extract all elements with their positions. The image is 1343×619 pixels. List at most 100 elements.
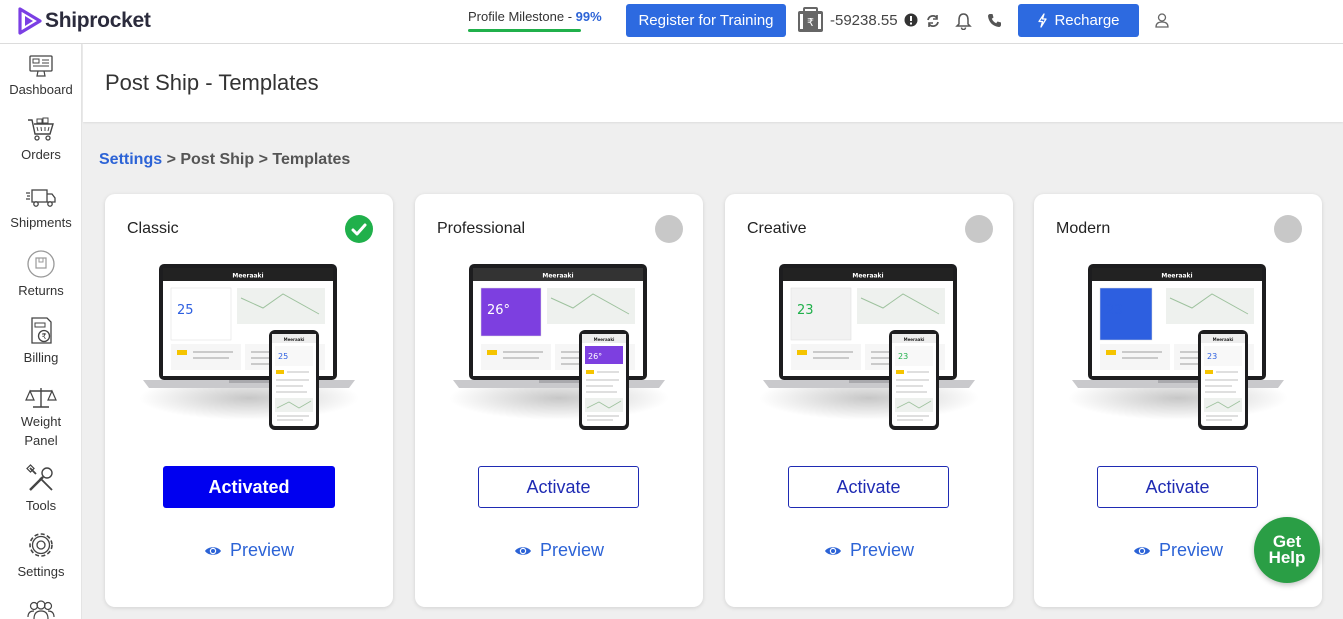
dashboard-icon xyxy=(29,55,53,77)
recharge-button[interactable]: Recharge xyxy=(1018,4,1139,37)
template-preview-image: Meeraaki 23 Meeraaki 23 xyxy=(759,264,979,430)
preview-link[interactable]: Preview xyxy=(105,540,393,561)
check-icon xyxy=(351,223,367,235)
tools-icon xyxy=(26,464,53,491)
top-bar: Shiprocket Profile Milestone - 99% Regis… xyxy=(0,0,1343,44)
sidebar-item-tools[interactable]: Tools xyxy=(0,464,82,515)
logo-text: Shiprocket xyxy=(45,9,151,32)
cart-icon xyxy=(28,117,54,141)
preview-label: Preview xyxy=(1158,540,1224,560)
breadcrumb-settings-link[interactable]: Settings xyxy=(99,151,162,168)
mock-date: 23 xyxy=(797,303,814,318)
sidebar-item-shipments[interactable]: Shipments xyxy=(0,185,82,232)
get-help-line2: Help xyxy=(1268,548,1306,567)
eye-icon xyxy=(514,546,531,555)
sidebar-label-billing: Billing xyxy=(23,350,59,365)
template-card-classic: Classic Meeraaki 25 Meeraaki 25 Activated Prev… xyxy=(105,194,393,607)
activated-button[interactable]: Activated xyxy=(163,466,335,508)
template-name: Classic xyxy=(127,220,179,237)
sidebar-label-weight-panel: Weight Panel xyxy=(20,414,62,448)
sidebar-item-team[interactable] xyxy=(0,599,82,619)
eye-icon xyxy=(1133,546,1150,555)
template-select-indicator[interactable] xyxy=(655,215,683,243)
eye-icon xyxy=(204,546,221,555)
info-icon[interactable] xyxy=(904,13,918,27)
activate-button[interactable]: Activate xyxy=(788,466,949,508)
gear-icon xyxy=(29,533,53,557)
svg-text:Meeraaki: Meeraaki xyxy=(284,337,305,342)
svg-text:₹: ₹ xyxy=(807,16,814,29)
sidebar-label-returns: Returns xyxy=(18,283,64,298)
template-select-indicator[interactable] xyxy=(965,215,993,243)
phone-icon[interactable] xyxy=(987,13,1002,28)
template-preview-image: Meeraaki 23 Meeraaki 23 xyxy=(1068,264,1288,430)
sidebar-label-shipments: Shipments xyxy=(10,215,72,230)
preview-label: Preview xyxy=(229,540,295,560)
mock-store-name: Meeraaki xyxy=(1161,273,1192,280)
returns-icon xyxy=(27,250,55,278)
milestone-value: 99% xyxy=(575,9,602,24)
activate-button[interactable]: Activate xyxy=(478,466,639,508)
sidebar-item-weight-panel[interactable]: Weight Panel xyxy=(0,386,82,450)
shiprocket-logo-icon xyxy=(18,7,42,35)
template-preview-image: Meeraaki 25 Meeraaki 25 xyxy=(139,264,359,430)
breadcrumb: Settings > Post Ship > Templates xyxy=(99,151,350,169)
sidebar-label-orders: Orders xyxy=(21,147,61,162)
sidebar-item-billing[interactable]: ₹ Billing xyxy=(0,316,82,367)
mock-store-name: Meeraaki xyxy=(232,273,263,280)
mock-store-name: Meeraaki xyxy=(542,273,573,280)
template-preview-image: Meeraaki 26° Meeraaki 26° xyxy=(449,264,669,430)
sidebar: Dashboard Orders Shipments Returns ₹ Bil… xyxy=(0,44,82,619)
sidebar-item-dashboard[interactable]: Dashboard xyxy=(0,54,82,99)
svg-text:Meeraaki: Meeraaki xyxy=(594,337,615,342)
svg-text:₹: ₹ xyxy=(41,332,46,341)
get-help-button[interactable]: Get Help xyxy=(1254,517,1320,583)
wallet-icon: ₹ xyxy=(798,7,823,32)
logo[interactable]: Shiprocket xyxy=(17,6,151,36)
sidebar-label-tools: Tools xyxy=(25,498,57,513)
recharge-label: Recharge xyxy=(1054,12,1120,29)
template-card-professional: Professional Meeraaki 26° Meeraaki 26° Activa… xyxy=(415,194,703,607)
template-select-indicator[interactable] xyxy=(345,215,373,243)
mock-date: 23 xyxy=(1106,303,1123,318)
preview-link[interactable]: Preview xyxy=(725,540,1013,561)
page-header: Post Ship - Templates xyxy=(83,44,1343,122)
wallet-amount: -59238.55 xyxy=(830,11,898,29)
sidebar-label-settings: Settings xyxy=(17,564,65,579)
register-training-button[interactable]: Register for Training xyxy=(626,4,786,37)
sidebar-item-settings[interactable]: Settings xyxy=(0,530,82,581)
breadcrumb-rest: > Post Ship > Templates xyxy=(162,151,351,168)
eye-icon xyxy=(824,546,841,555)
user-icon[interactable] xyxy=(1155,13,1169,28)
milestone-label: Profile Milestone - xyxy=(468,9,576,24)
mock-store-name: Meeraaki xyxy=(852,273,883,280)
template-card-creative: Creative Meeraaki 23 Meeraaki 23 Activate Prev… xyxy=(725,194,1013,607)
scale-icon xyxy=(25,388,57,408)
template-name: Creative xyxy=(747,220,807,237)
page-title: Post Ship - Templates xyxy=(105,70,319,95)
sidebar-item-returns[interactable]: Returns xyxy=(0,249,82,300)
svg-text:25: 25 xyxy=(278,352,288,361)
preview-label: Preview xyxy=(849,540,915,560)
profile-milestone[interactable]: Profile Milestone - 99% xyxy=(468,9,613,32)
truck-icon xyxy=(26,189,56,207)
svg-text:23: 23 xyxy=(898,352,908,361)
refresh-icon[interactable] xyxy=(926,14,940,28)
bell-icon[interactable] xyxy=(955,12,972,30)
preview-link[interactable]: Preview xyxy=(415,540,703,561)
mock-date: 26° xyxy=(487,303,510,318)
sidebar-label-dashboard: Dashboard xyxy=(9,82,73,97)
wallet-balance[interactable]: ₹ -59238.55 xyxy=(797,7,918,33)
svg-text:23: 23 xyxy=(1207,352,1217,361)
team-icon xyxy=(27,600,55,619)
sidebar-item-orders[interactable]: Orders xyxy=(0,117,82,164)
template-name: Professional xyxy=(437,220,526,237)
lightning-icon xyxy=(1038,13,1048,28)
template-select-indicator[interactable] xyxy=(1274,215,1302,243)
svg-text:Meeraaki: Meeraaki xyxy=(1213,337,1234,342)
svg-text:Meeraaki: Meeraaki xyxy=(904,337,925,342)
activate-button[interactable]: Activate xyxy=(1097,466,1258,508)
template-name: Modern xyxy=(1056,220,1111,237)
milestone-progress-bar xyxy=(468,29,581,32)
billing-icon: ₹ xyxy=(31,317,52,344)
